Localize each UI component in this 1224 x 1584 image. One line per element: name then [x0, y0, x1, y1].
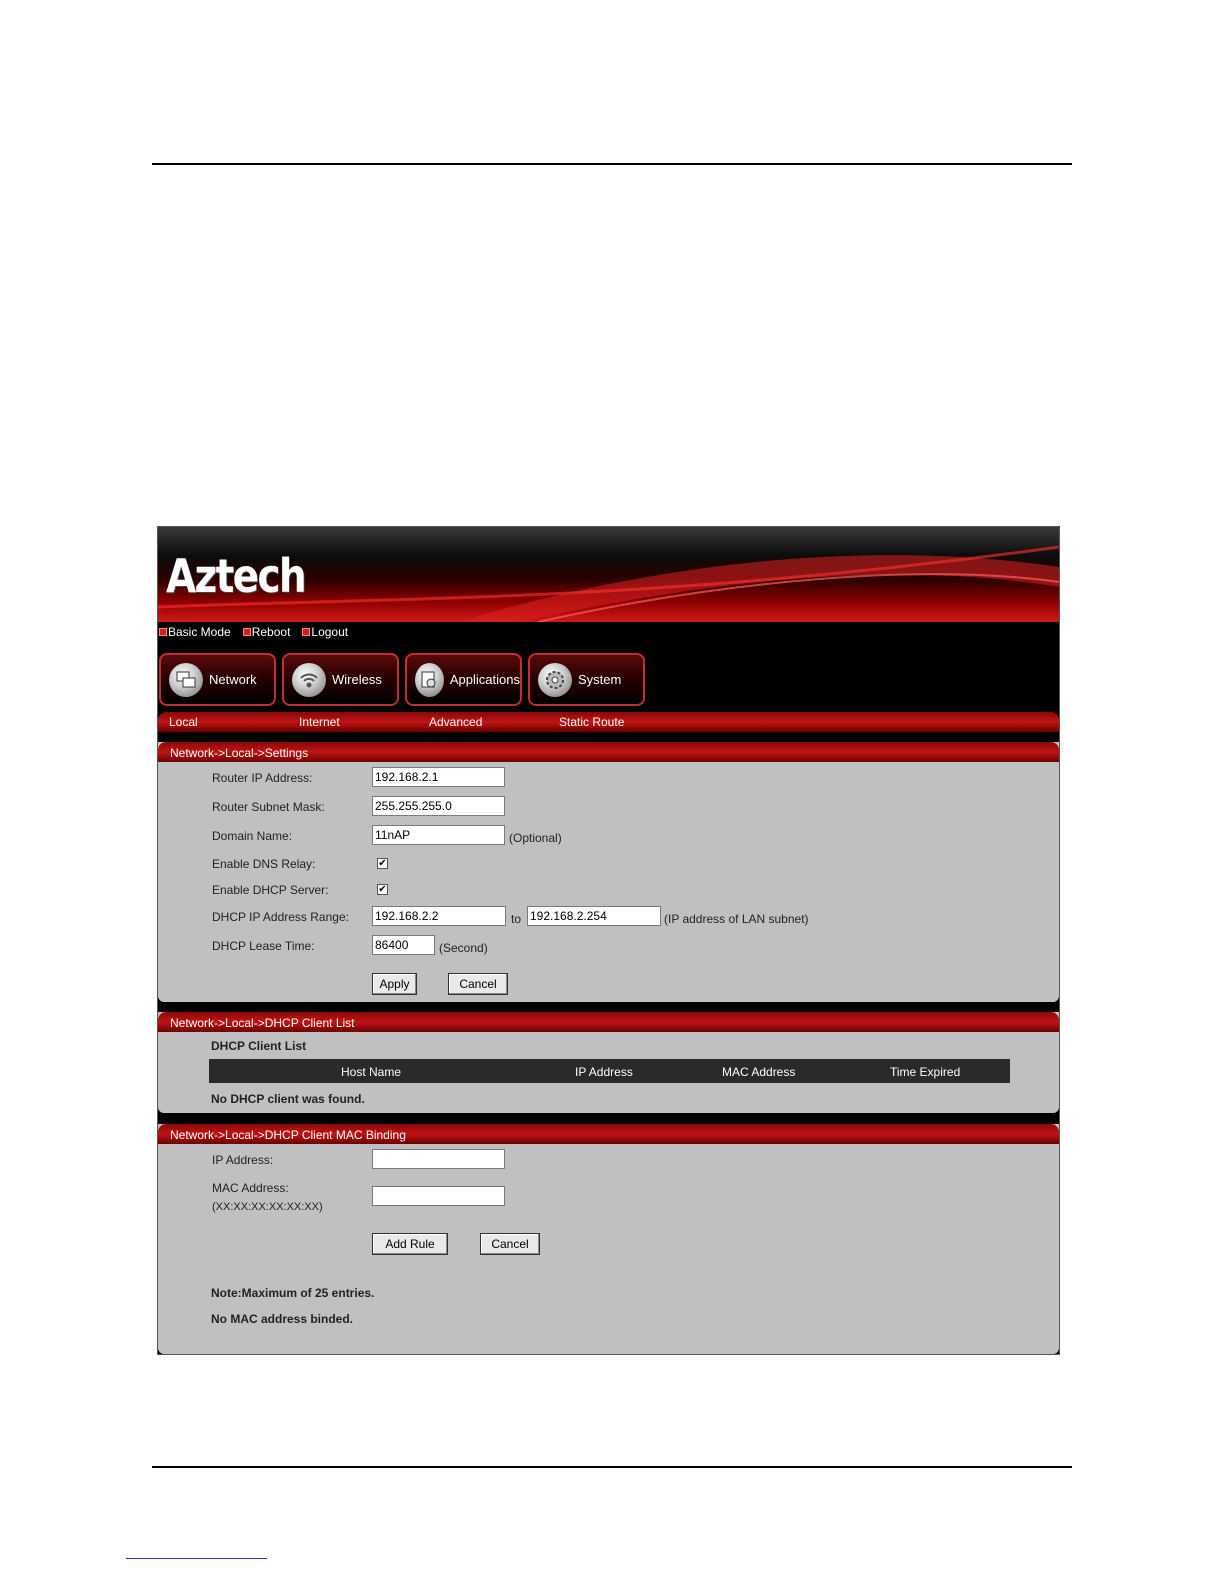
- domain-optional-hint: (Optional): [509, 831, 562, 845]
- client-list-header: Network->Local->DHCP Client List: [158, 1012, 1059, 1032]
- bullet-icon: [159, 628, 167, 636]
- top-rule: [152, 163, 1072, 165]
- binding-mac-input[interactable]: [372, 1186, 505, 1206]
- no-binding-message: No MAC address binded.: [211, 1312, 354, 1326]
- binding-ip-input[interactable]: [372, 1149, 505, 1169]
- binding-ip-label: IP Address:: [212, 1153, 274, 1167]
- mac-binding-section: Network->Local->DHCP Client MAC Binding …: [158, 1124, 1059, 1354]
- client-list-section: Network->Local->DHCP Client List DHCP Cl…: [158, 1012, 1059, 1113]
- bullet-icon: [242, 628, 251, 636]
- router-ip-input[interactable]: [372, 767, 505, 787]
- settings-cancel-button[interactable]: Cancel: [448, 973, 508, 995]
- domain-name-label: Domain Name:: [212, 829, 293, 843]
- subnav-static-route[interactable]: Static Route: [559, 715, 624, 729]
- dhcp-range-label: DHCP IP Address Range:: [212, 910, 349, 924]
- col-time-expired: Time Expired: [890, 1065, 961, 1079]
- bottom-rule: [152, 1466, 1072, 1468]
- dhcp-range-end-input[interactable]: [527, 906, 661, 926]
- network-icon: [169, 662, 203, 697]
- dhcp-server-checkbox[interactable]: ✔: [377, 884, 388, 895]
- system-icon: [538, 662, 572, 697]
- lease-unit-hint: (Second): [439, 941, 488, 955]
- dhcp-range-start-input[interactable]: [372, 906, 506, 926]
- col-ip-address: IP Address: [575, 1065, 633, 1079]
- lease-time-label: DHCP Lease Time:: [212, 939, 315, 953]
- max-entries-note: Note:Maximum of 25 entries.: [211, 1286, 375, 1300]
- subnav-advanced[interactable]: Advanced: [429, 715, 482, 729]
- range-hint: (IP address of LAN subnet): [664, 912, 809, 926]
- nav-network-button[interactable]: Network: [159, 653, 276, 706]
- sub-nav: Local Internet Advanced Static Route: [158, 712, 1059, 732]
- aztech-logo: Aztech: [166, 549, 307, 603]
- settings-header: Network->Local->Settings: [158, 742, 1059, 762]
- main-nav: Network Wireless Applications System: [159, 653, 645, 706]
- binding-cancel-button[interactable]: Cancel: [480, 1233, 540, 1255]
- logout-link[interactable]: Logout: [302, 625, 348, 639]
- domain-name-input[interactable]: [372, 825, 505, 845]
- subnav-internet[interactable]: Internet: [299, 715, 340, 729]
- range-to-label: to: [511, 912, 522, 926]
- dns-relay-label: Enable DNS Relay:: [212, 857, 316, 871]
- top-links: Basic Mode Reboot Logout: [158, 622, 1059, 642]
- dhcp-server-label: Enable DHCP Server:: [212, 883, 329, 897]
- lease-time-input[interactable]: [372, 935, 435, 955]
- nav-applications-button[interactable]: Applications: [405, 653, 522, 706]
- bullet-icon: [302, 628, 311, 636]
- settings-section: Network->Local->Settings Router IP Addre…: [158, 742, 1059, 1002]
- basic-mode-link[interactable]: Basic Mode: [159, 625, 231, 639]
- dns-relay-checkbox[interactable]: ✔: [377, 858, 388, 869]
- nav-system-button[interactable]: System: [528, 653, 645, 706]
- no-client-message: No DHCP client was found.: [211, 1092, 365, 1106]
- header-banner: Aztech: [158, 527, 1059, 622]
- nav-wireless-button[interactable]: Wireless: [282, 653, 399, 706]
- binding-mac-label: MAC Address:: [212, 1181, 289, 1195]
- client-table-header: Host Name IP Address MAC Address Time Ex…: [209, 1059, 1010, 1083]
- col-host-name: Host Name: [341, 1065, 402, 1079]
- router-admin-window: Aztech Basic Mode Reboot Logout Network …: [157, 526, 1060, 1355]
- footer-link-underline: [126, 1558, 267, 1559]
- mac-format-hint: (XX:XX:XX:XX:XX:XX): [212, 1201, 323, 1213]
- wireless-icon: [292, 662, 326, 697]
- apply-button[interactable]: Apply: [372, 973, 417, 995]
- subnet-mask-input[interactable]: [372, 796, 505, 816]
- col-mac-address: MAC Address: [722, 1065, 796, 1079]
- reboot-link[interactable]: Reboot: [242, 625, 290, 639]
- router-ip-label: Router IP Address:: [212, 771, 313, 785]
- subnet-mask-label: Router Subnet Mask:: [212, 800, 325, 814]
- client-list-heading: DHCP Client List: [211, 1039, 307, 1053]
- add-rule-button[interactable]: Add Rule: [372, 1233, 448, 1255]
- mac-binding-header: Network->Local->DHCP Client MAC Binding: [158, 1124, 1059, 1144]
- subnav-local[interactable]: Local: [169, 715, 198, 729]
- applications-icon: [415, 662, 444, 697]
